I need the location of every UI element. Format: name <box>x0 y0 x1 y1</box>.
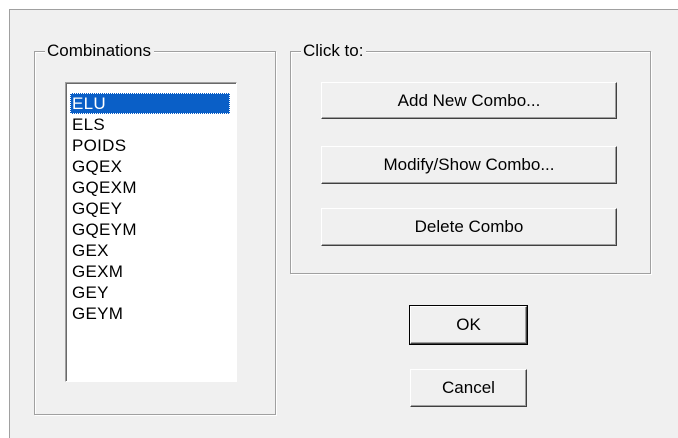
modify-show-combo-button[interactable]: Modify/Show Combo... <box>321 146 617 184</box>
delete-combo-button[interactable]: Delete Combo <box>321 208 617 246</box>
combination-list-item[interactable]: GEX <box>70 240 230 261</box>
combination-list-item[interactable]: GQEYM <box>70 219 230 240</box>
combinations-group-label: Combinations <box>45 41 154 61</box>
combination-list-item[interactable]: GQEXM <box>70 177 230 198</box>
define-combinations-dialog: Combinations Click to: ELU ELS POIDS GQEX GQ… <box>0 0 678 438</box>
combination-list-item[interactable]: GQEY <box>70 198 230 219</box>
combination-list-item[interactable]: ELS <box>70 114 230 135</box>
combination-list-item[interactable]: GEXM <box>70 261 230 282</box>
combination-list-item[interactable]: ELU <box>70 93 230 114</box>
combination-list-item[interactable]: GEYM <box>70 303 230 324</box>
add-new-combo-button[interactable]: Add New Combo... <box>321 82 617 119</box>
combination-list-item[interactable]: POIDS <box>70 135 230 156</box>
actions-group-label: Click to: <box>301 41 367 61</box>
combination-list-item[interactable]: GEY <box>70 282 230 303</box>
cancel-button[interactable]: Cancel <box>410 369 527 407</box>
combinations-list: ELU ELS POIDS GQEX GQEXM GQEY GQEYM GEX GEXM GEY G… <box>70 93 236 324</box>
ok-button[interactable]: OK <box>409 305 528 345</box>
combination-list-item[interactable]: GQEX <box>70 156 230 177</box>
combinations-listbox[interactable]: ELU ELS POIDS GQEX GQEXM GQEY GQEYM GEX GEXM GEY G… <box>65 82 237 382</box>
